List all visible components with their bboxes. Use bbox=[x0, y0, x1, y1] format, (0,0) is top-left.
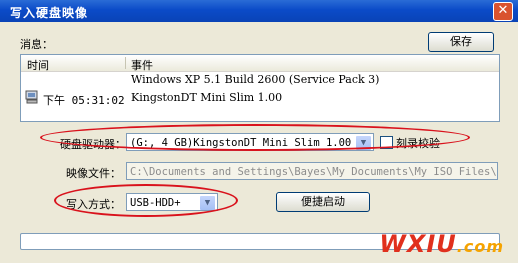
event-line-2: KingstonDT Mini Slim 1.00 bbox=[131, 91, 283, 104]
list-header: 时间 事件 bbox=[21, 55, 499, 72]
watermark-tail: .com bbox=[456, 237, 504, 256]
column-header-event[interactable]: 事件 bbox=[131, 57, 153, 73]
chevron-down-icon[interactable]: ▼ bbox=[199, 195, 216, 210]
watermark-main: WXIU bbox=[379, 230, 457, 258]
verify-checkbox[interactable] bbox=[380, 136, 393, 149]
drive-selected-value: (G:, 4 GB)KingstonDT Mini Slim 1.00 bbox=[130, 137, 352, 149]
image-file-field[interactable]: C:\Documents and Settings\Bayes\My Docum… bbox=[126, 162, 498, 180]
close-icon: ✕ bbox=[497, 3, 509, 18]
row-time: 下午 05:31:02 bbox=[43, 94, 125, 107]
event-line-1: Windows XP 5.1 Build 2600 (Service Pack … bbox=[131, 73, 380, 86]
verify-label[interactable]: 刻录校验 bbox=[396, 135, 440, 151]
title-bar: 写入硬盘映像 ✕ bbox=[0, 0, 518, 22]
write-mode-select[interactable]: USB-HDD+ ▼ bbox=[126, 193, 218, 211]
watermark-logo: WXIU.com bbox=[379, 230, 504, 258]
write-mode-selected-value: USB-HDD+ bbox=[130, 197, 181, 209]
column-divider bbox=[125, 57, 126, 69]
computer-icon bbox=[25, 90, 38, 104]
column-header-time[interactable]: 时间 bbox=[27, 57, 49, 73]
chevron-down-icon[interactable]: ▼ bbox=[355, 135, 372, 150]
messages-label: 消息： bbox=[20, 38, 53, 51]
write-mode-label: 写入方式： bbox=[66, 198, 121, 211]
image-file-label: 映像文件： bbox=[66, 167, 121, 180]
drive-select[interactable]: (G:, 4 GB)KingstonDT Mini Slim 1.00 ▼ bbox=[126, 133, 374, 151]
easy-boot-button[interactable]: 便捷启动 bbox=[276, 192, 370, 212]
save-button[interactable]: 保存 bbox=[428, 32, 494, 52]
window-title: 写入硬盘映像 bbox=[10, 6, 89, 20]
drive-label: 硬盘驱动器： bbox=[60, 138, 126, 151]
close-button[interactable]: ✕ bbox=[493, 2, 513, 21]
message-list[interactable]: 时间 事件 下午 05:31:02 Windows XP 5.1 Build 2… bbox=[20, 54, 500, 122]
